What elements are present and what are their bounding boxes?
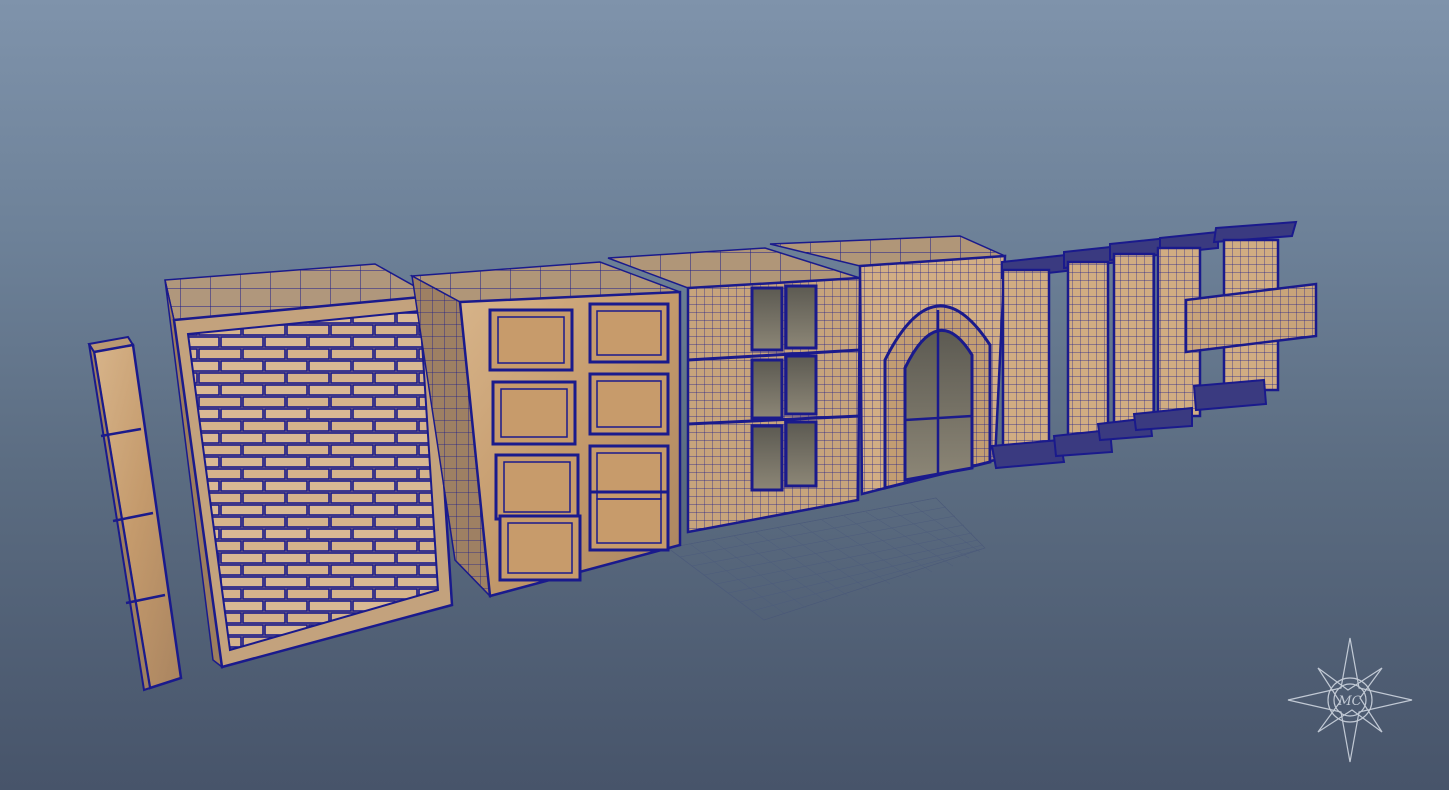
viewport-canvas[interactable]: MC <box>0 0 1449 790</box>
logo-monogram: MC <box>1337 694 1361 709</box>
maya-viewport[interactable]: MC <box>0 0 1449 790</box>
mc-logo-watermark: MC <box>1287 637 1413 763</box>
panel-wall-model[interactable] <box>409 261 682 599</box>
brick-wall-model[interactable] <box>164 263 454 669</box>
trim-piece-model[interactable] <box>87 335 183 692</box>
column-group-model[interactable] <box>990 230 1219 470</box>
